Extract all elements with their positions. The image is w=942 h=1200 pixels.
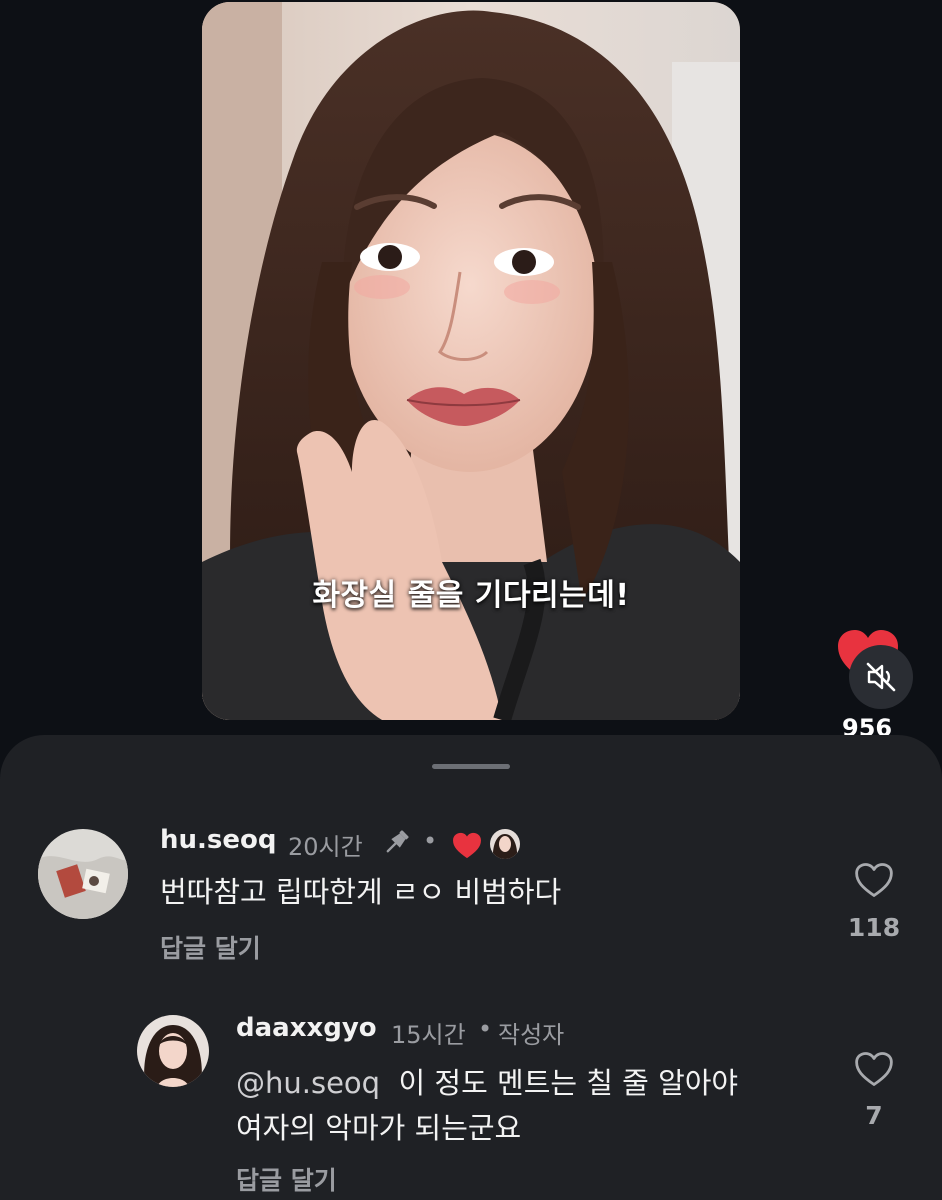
reels-comment-screen: 화장실 줄을 기다리는데! 956 hu.seoq 20시간 • 번따참고 립따…: [0, 0, 942, 1200]
meta-dot: •: [423, 827, 438, 855]
mute-button[interactable]: [849, 645, 913, 709]
avatar[interactable]: [137, 1015, 209, 1087]
comment-like-heart-icon[interactable]: [854, 1051, 894, 1087]
comment-username[interactable]: hu.seoq: [160, 825, 276, 855]
comment-username[interactable]: daaxxgyo: [236, 1013, 377, 1043]
like-count: 956: [842, 714, 893, 736]
comment-like-count: 7: [865, 1101, 883, 1130]
mention-link[interactable]: @hu.seoq: [236, 1066, 380, 1100]
avatar[interactable]: [38, 829, 128, 919]
comments-sheet: hu.seoq 20시간 • 번따참고 립따한게 ㄹㅇ 비범하다 답글 달기 1…: [0, 735, 942, 1200]
avatar-image: [137, 1015, 209, 1087]
avatar-image: [38, 829, 128, 919]
comment-text-line1: @hu.seoq 이 정도 멘트는 칠 줄 알아야: [236, 1060, 738, 1106]
comment-like-count: 118: [847, 913, 901, 942]
comment-like-heart-icon[interactable]: [854, 862, 894, 898]
speaker-muted-icon: [866, 662, 896, 692]
video-caption: 화장실 줄을 기다리는데!: [312, 578, 630, 613]
comment-time: 15시간: [391, 1021, 466, 1049]
reply-button[interactable]: 답글 달기: [160, 929, 261, 965]
author-liked-heart-icon: [453, 832, 481, 859]
comment-text-line2: 여자의 악마가 되는군요: [236, 1111, 522, 1145]
author-mini-avatar-image: [490, 829, 520, 859]
author-badge: 작성자: [498, 1021, 565, 1049]
video-player[interactable]: 화장실 줄을 기다리는데!: [202, 2, 740, 720]
pin-icon: [386, 830, 409, 853]
reply-button[interactable]: 답글 달기: [236, 1161, 337, 1197]
comment-text: 이 정도 멘트는 칠 줄 알아야: [398, 1066, 739, 1100]
comment-text: 번따참고 립따한게 ㄹㅇ 비범하다: [160, 875, 562, 909]
meta-dot: •: [478, 1015, 493, 1043]
sheet-drag-handle[interactable]: [432, 764, 510, 769]
comment-time: 20시간: [288, 833, 363, 861]
author-mini-avatar: [490, 829, 520, 859]
